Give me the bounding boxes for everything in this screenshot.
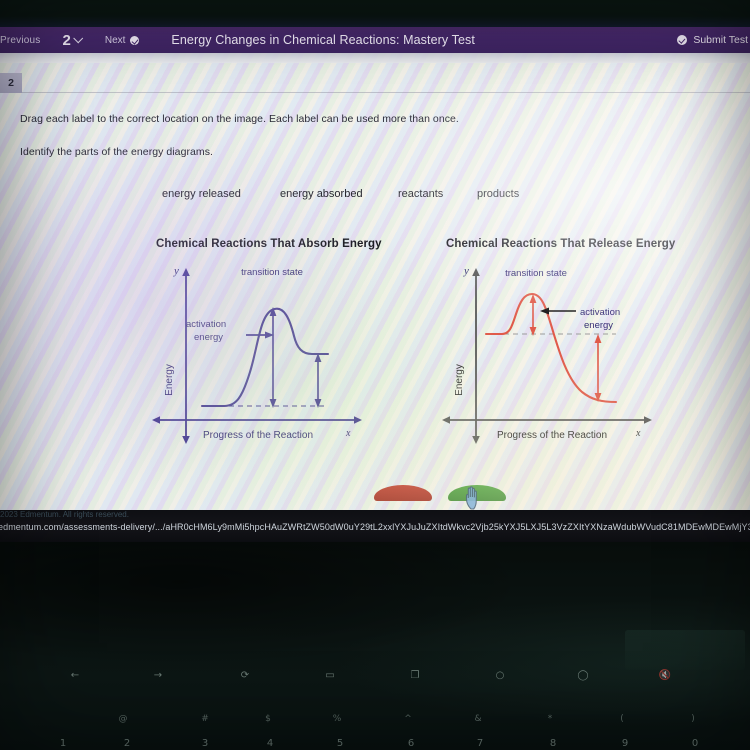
instruction-text-secondary: Identify the parts of the energy diagram… — [20, 146, 213, 158]
svg-text:activation: activation — [580, 307, 620, 318]
laptop-keyboard-area: ← → ⟳ ▭ ❐ ○ ◯ 🔇 @ # $ % ^ & * ( ) 1 2 3 … — [0, 542, 750, 750]
status-bar-url: edmentum.com/assessments-delivery/.../aH… — [0, 522, 750, 532]
drag-label-energy-released[interactable]: energy released — [162, 188, 241, 200]
drag-label-reactants[interactable]: reactants — [398, 188, 443, 200]
key-digit-3[interactable]: 3 — [190, 738, 220, 749]
diagram-release-energy[interactable]: Chemical Reactions That Release Energy t… — [440, 238, 675, 453]
content-top-band — [0, 53, 750, 63]
next-button-label: Next — [104, 34, 126, 46]
laptop-screen-bezel-top — [0, 0, 750, 27]
key-digit-9[interactable]: 9 — [610, 738, 640, 749]
diagram-absorb-graph: transition state activation energy y x E… — [152, 265, 362, 444]
key-digit-2[interactable]: 2 — [112, 738, 142, 749]
key-digit-8[interactable]: 8 — [538, 738, 568, 749]
key-symbol-hash[interactable]: # — [190, 714, 220, 724]
question-selector[interactable]: 2 — [62, 31, 84, 49]
copyright-text: 2023 Edmentum. All rights reserved. — [0, 510, 129, 519]
key-digit-7[interactable]: 7 — [465, 738, 495, 749]
diagram-absorb-energy[interactable]: Chemical Reactions That Absorb Energy tr… — [150, 238, 382, 453]
key-mute-icon[interactable]: 🔇 — [650, 670, 680, 681]
svg-text:activation: activation — [186, 319, 226, 330]
key-symbol-at[interactable]: @ — [108, 714, 138, 724]
key-symbol-asterisk[interactable]: * — [535, 714, 565, 724]
key-digit-5[interactable]: 5 — [325, 738, 355, 749]
submit-test-button[interactable]: Submit Test — [677, 27, 750, 53]
key-symbol-percent[interactable]: % — [322, 714, 352, 724]
svg-text:x: x — [635, 428, 641, 439]
diagram-absorb-title: Chemical Reactions That Absorb Energy — [156, 238, 382, 250]
key-symbol-ampersand[interactable]: & — [463, 714, 493, 724]
next-arrow-icon — [130, 35, 140, 45]
key-forward-arrow-icon[interactable]: → — [143, 670, 173, 681]
key-symbol-dollar[interactable]: $ — [253, 714, 283, 724]
check-circle-icon — [677, 35, 688, 45]
svg-text:transition state: transition state — [241, 267, 303, 278]
test-content-area: 2 Drag each label to the correct locatio… — [0, 53, 750, 510]
drag-label-energy-absorbed[interactable]: energy absorbed — [280, 188, 363, 200]
key-window-overview-icon[interactable]: ❐ — [398, 670, 432, 681]
svg-text:Energy: Energy — [454, 364, 465, 396]
test-title: Energy Changes in Chemical Reactions: Ma… — [171, 33, 475, 47]
browser-status-bar: 2023 Edmentum. All rights reserved. edme… — [0, 510, 750, 542]
key-digit-1[interactable]: 1 — [48, 738, 78, 749]
reset-button[interactable] — [374, 485, 432, 501]
svg-text:transition state: transition state — [505, 268, 567, 279]
svg-text:energy: energy — [584, 320, 613, 331]
key-back-arrow-icon[interactable]: ← — [60, 670, 90, 681]
drag-label-products[interactable]: products — [477, 188, 519, 200]
previous-button[interactable]: Previous — [0, 35, 41, 46]
diagram-release-graph: transition state activation energy y x E… — [442, 265, 652, 444]
key-symbol-paren-open[interactable]: ( — [607, 714, 637, 724]
key-brightness-up-icon[interactable]: ◯ — [568, 670, 598, 681]
svg-text:Progress of the Reaction: Progress of the Reaction — [497, 430, 607, 441]
submit-test-label: Submit Test — [693, 34, 748, 46]
svg-text:energy: energy — [194, 332, 223, 343]
chevron-down-icon — [73, 32, 84, 43]
instruction-text-primary: Drag each label to the correct location … — [20, 113, 459, 125]
key-digit-4[interactable]: 4 — [255, 738, 285, 749]
key-symbol-paren-close[interactable]: ) — [678, 714, 708, 724]
next-button[interactable]: Next — [105, 35, 140, 46]
key-brightness-down-icon[interactable]: ○ — [485, 670, 515, 681]
svg-text:x: x — [345, 428, 351, 439]
question-divider — [22, 92, 750, 93]
svg-text:y: y — [463, 265, 469, 277]
question-number-tab[interactable]: 2 — [0, 73, 22, 93]
key-digit-0[interactable]: 0 — [680, 738, 710, 749]
screenshot-root: Previous 2 Next Energy Changes in Chemic… — [0, 0, 750, 750]
hand-cursor-icon — [465, 486, 477, 510]
key-symbol-caret[interactable]: ^ — [393, 714, 423, 724]
svg-text:Energy: Energy — [164, 364, 175, 396]
svg-text:Progress of the Reaction: Progress of the Reaction — [203, 430, 313, 441]
question-selector-number: 2 — [62, 31, 71, 49]
trackpad[interactable] — [625, 630, 745, 670]
svg-text:y: y — [173, 265, 179, 277]
key-fullscreen-icon[interactable]: ▭ — [315, 670, 345, 681]
test-header-bar: Previous 2 Next Energy Changes in Chemic… — [0, 27, 750, 53]
drag-label-bank: energy released energy absorbed reactant… — [0, 188, 750, 208]
key-digit-6[interactable]: 6 — [396, 738, 426, 749]
diagram-release-title: Chemical Reactions That Release Energy — [446, 238, 676, 250]
key-reload-icon[interactable]: ⟳ — [230, 670, 260, 681]
